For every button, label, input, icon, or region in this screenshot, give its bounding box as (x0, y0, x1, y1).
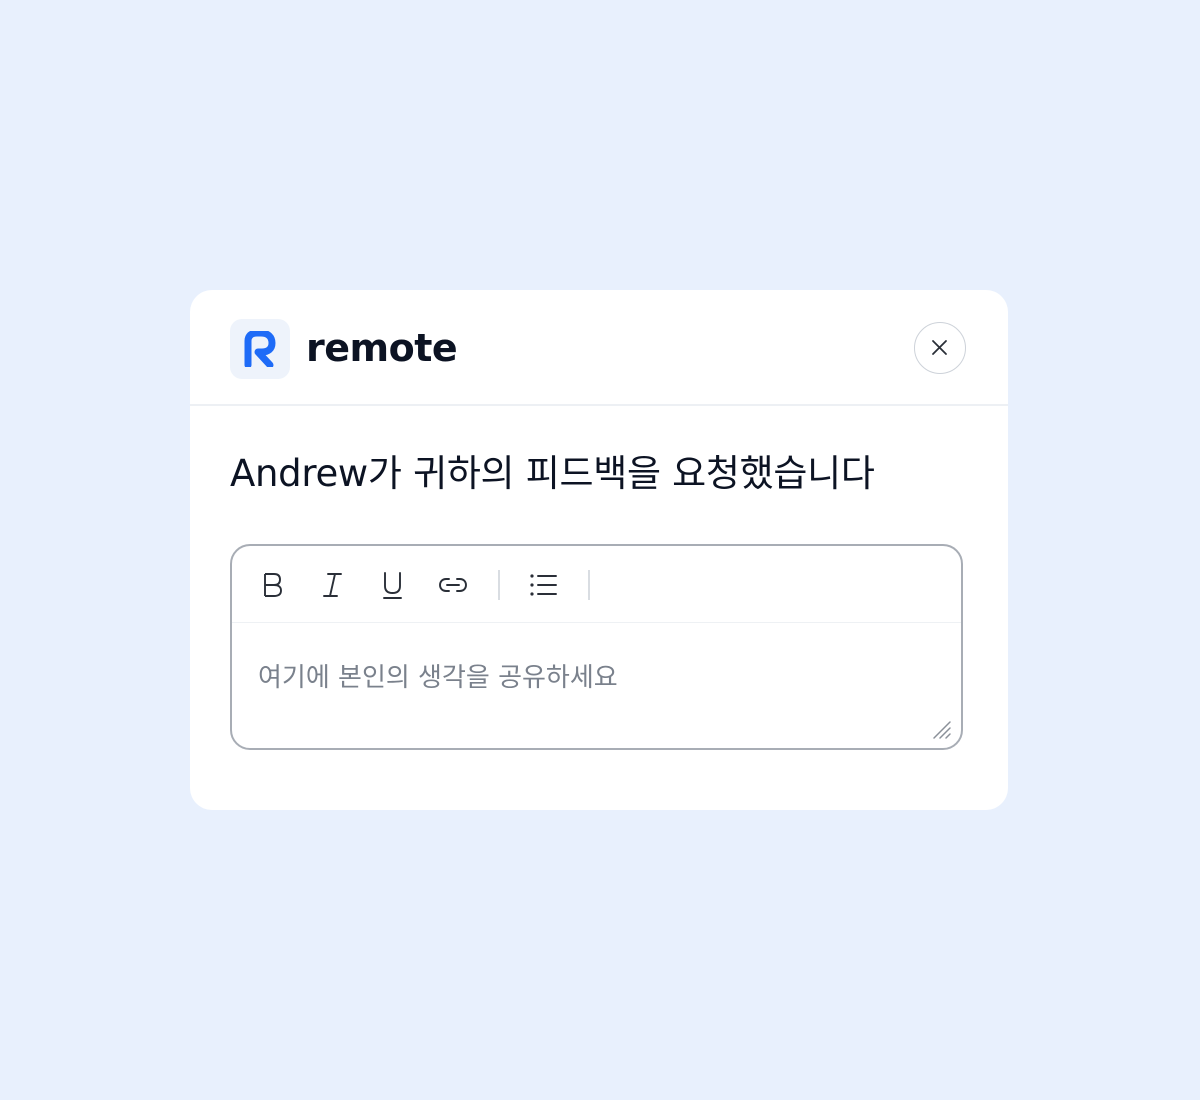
editor-toolbar (232, 546, 961, 623)
rich-text-editor[interactable]: 여기에 본인의 생각을 공유하세요 (230, 544, 963, 750)
toolbar-divider (498, 570, 500, 600)
resize-handle-icon[interactable] (930, 718, 952, 740)
italic-button[interactable] (316, 568, 350, 602)
bold-button[interactable] (256, 568, 290, 602)
editor-placeholder[interactable]: 여기에 본인의 생각을 공유하세요 (258, 660, 618, 696)
link-button[interactable] (436, 568, 470, 602)
link-icon (439, 578, 467, 592)
bold-icon (264, 573, 282, 597)
close-button[interactable] (914, 322, 966, 374)
brand-name: remote (306, 326, 458, 370)
feedback-request-dialog: remote Andrew가 귀하의 피드백을 요청했습니다 여기에 본인의 생… (190, 290, 1008, 810)
remote-r-logo-icon (244, 331, 276, 367)
underline-icon (383, 572, 402, 599)
bulleted-list-button[interactable] (526, 568, 560, 602)
close-icon (932, 340, 947, 355)
underline-button[interactable] (376, 568, 410, 602)
toolbar-divider (588, 570, 590, 600)
dialog-title: Andrew가 귀하의 피드백을 요청했습니다 (230, 452, 875, 495)
dialog-header: remote (190, 290, 1008, 406)
list-icon (530, 574, 557, 596)
remote-logo (230, 319, 290, 379)
italic-icon (323, 573, 342, 597)
